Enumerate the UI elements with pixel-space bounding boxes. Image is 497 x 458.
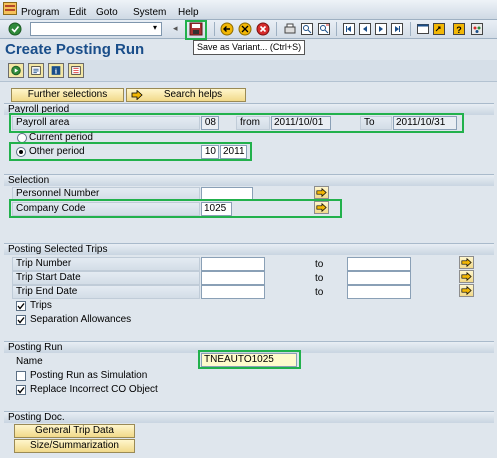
to-label: To [360, 116, 392, 130]
general-trip-data-button[interactable]: General Trip Data [14, 424, 135, 438]
expand-toolbar-icon[interactable]: ◂ [173, 23, 178, 34]
company-code-label: Company Code [12, 202, 200, 216]
first-page-icon[interactable] [342, 22, 356, 36]
menu-program[interactable]: Program [21, 7, 59, 18]
trips-checkbox[interactable] [16, 301, 26, 311]
trip-start-date-multiple-selection-icon[interactable] [459, 270, 474, 283]
svg-text:?: ? [456, 25, 462, 35]
new-session-icon[interactable] [416, 22, 430, 36]
trip-number-to-label: to [315, 259, 324, 270]
other-period-radio[interactable] [16, 147, 26, 157]
trip-start-date-from-field[interactable] [201, 271, 265, 285]
checkmark-icon [17, 303, 25, 310]
trip-end-date-to-field[interactable] [347, 285, 411, 299]
posting-run-name-field[interactable]: TNEAUTO1025 [201, 353, 297, 367]
other-period-month-field[interactable]: 10 [201, 145, 219, 159]
find-icon[interactable] [300, 22, 314, 36]
layout-icon[interactable] [470, 22, 484, 36]
arrow-right-icon [131, 90, 143, 100]
from-date-field[interactable]: 2011/10/01 [271, 116, 331, 130]
get-variant-icon[interactable] [28, 63, 44, 78]
simulation-checkbox[interactable] [16, 371, 26, 381]
help-icon[interactable]: ? [452, 22, 466, 36]
other-period-label: Other period [29, 146, 85, 157]
checkmark-icon [17, 387, 25, 394]
program-info-icon[interactable]: i [48, 63, 64, 78]
payroll-area-field[interactable]: 08 [201, 116, 219, 130]
selection-header: Selection [4, 174, 494, 186]
menu-edit[interactable]: Edit [69, 7, 86, 18]
posting-doc-header: Posting Doc. [4, 411, 494, 423]
selection-options-icon[interactable] [68, 63, 84, 78]
trip-number-from-field[interactable] [201, 257, 265, 271]
find-next-icon[interactable] [317, 22, 331, 36]
simulation-label: Posting Run as Simulation [30, 370, 148, 381]
last-page-icon[interactable] [390, 22, 404, 36]
enter-icon[interactable] [8, 22, 22, 36]
separation-allowances-checkbox[interactable] [16, 315, 26, 325]
trip-number-to-field[interactable] [347, 257, 411, 271]
replace-co-object-label: Replace Incorrect CO Object [30, 384, 158, 395]
trip-end-date-label: Trip End Date [12, 285, 200, 299]
page-title: Create Posting Run [5, 41, 145, 58]
other-period-year-field[interactable]: 2011 [220, 145, 247, 159]
replace-co-object-checkbox[interactable] [16, 385, 26, 395]
to-date-field[interactable]: 2011/10/31 [393, 116, 457, 130]
prev-page-icon[interactable] [358, 22, 372, 36]
trip-start-date-label: Trip Start Date [12, 271, 200, 285]
command-field[interactable] [30, 22, 162, 36]
trip-end-date-multiple-selection-icon[interactable] [459, 284, 474, 297]
command-field-dropdown-icon[interactable]: ▾ [153, 23, 157, 32]
window-menu-icon[interactable] [3, 2, 17, 15]
from-label: from [236, 116, 270, 130]
cancel-icon[interactable] [256, 22, 270, 36]
back-icon[interactable] [220, 22, 234, 36]
posting-selected-trips-header: Posting Selected Trips [4, 243, 494, 255]
save-icon[interactable] [189, 22, 203, 36]
exit-icon[interactable] [238, 22, 252, 36]
search-helps-label: Search helps [163, 89, 223, 100]
search-helps-button[interactable]: Search helps [126, 88, 246, 102]
size-summarization-button[interactable]: Size/Summarization [14, 439, 135, 453]
company-code-multiple-selection-icon[interactable] [314, 201, 329, 214]
print-icon[interactable] [283, 22, 297, 36]
shortcut-icon[interactable] [432, 22, 446, 36]
trip-number-multiple-selection-icon[interactable] [459, 256, 474, 269]
trip-end-date-to-label: to [315, 287, 324, 298]
menu-goto[interactable]: Goto [96, 7, 118, 18]
further-selections-button[interactable]: Further selections [11, 88, 124, 102]
trip-number-label: Trip Number [12, 257, 200, 271]
company-code-field[interactable]: 1025 [201, 202, 232, 216]
trips-label: Trips [30, 300, 52, 311]
menu-system[interactable]: System [133, 7, 166, 18]
checkmark-icon [17, 317, 25, 324]
save-tooltip: Save as Variant... (Ctrl+S) [193, 40, 305, 55]
trip-start-date-to-field[interactable] [347, 271, 411, 285]
personnel-multiple-selection-icon[interactable] [314, 186, 329, 199]
execute-icon[interactable] [8, 63, 24, 78]
payroll-area-label: Payroll area [12, 116, 200, 130]
name-label: Name [16, 356, 43, 367]
separation-allowances-label: Separation Allowances [30, 314, 132, 325]
menu-help[interactable]: Help [178, 7, 199, 18]
trip-start-date-to-label: to [315, 273, 324, 284]
trip-end-date-from-field[interactable] [201, 285, 265, 299]
next-page-icon[interactable] [374, 22, 388, 36]
